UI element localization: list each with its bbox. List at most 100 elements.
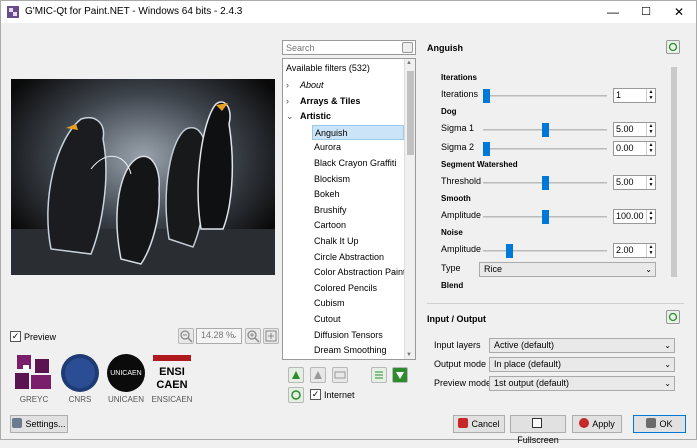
- slider-handle[interactable]: [542, 123, 549, 137]
- slider-handle[interactable]: [506, 244, 513, 258]
- filter-category[interactable]: › About: [286, 78, 324, 93]
- type-combo[interactable]: Rice ⌄: [479, 262, 656, 277]
- download-filters-button[interactable]: [392, 367, 408, 383]
- filter-item[interactable]: Bokeh: [312, 187, 404, 202]
- reset-params-button[interactable]: [666, 40, 680, 54]
- param-slider[interactable]: [483, 244, 607, 258]
- param-spinbox[interactable]: 5.00 ▲ ▼: [613, 175, 656, 190]
- zoom-in-button[interactable]: [245, 328, 261, 344]
- unicaen-caption: UNICAEN: [107, 395, 144, 404]
- section-heading: Smooth: [441, 194, 471, 203]
- cancel-button[interactable]: Cancel: [453, 415, 505, 433]
- add-fave-button[interactable]: [288, 367, 304, 383]
- close-button[interactable]: ✕: [665, 1, 693, 23]
- internet-checkbox[interactable]: ✓: [310, 389, 321, 400]
- param-label: Iterations: [441, 89, 479, 99]
- slider-handle[interactable]: [542, 210, 549, 224]
- io-label: Output mode: [434, 359, 487, 369]
- io-combo[interactable]: 1st output (default) ⌄: [489, 376, 675, 391]
- param-spinbox[interactable]: 5.00 ▲ ▼: [613, 122, 656, 137]
- zoom-out-button[interactable]: [178, 328, 194, 344]
- spin-arrows-icon[interactable]: ▲ ▼: [646, 210, 655, 223]
- chevron-down-icon[interactable]: ⌄: [286, 109, 300, 124]
- param-slider[interactable]: [483, 210, 607, 224]
- refresh-icon: [291, 390, 301, 400]
- slider-handle[interactable]: [483, 89, 490, 103]
- filter-category[interactable]: ⌄ Artistic: [286, 109, 331, 124]
- settings-button[interactable]: Settings...: [10, 415, 68, 433]
- zoom-reset-button[interactable]: [263, 328, 279, 344]
- param-spinbox[interactable]: 0.00 ▲ ▼: [613, 141, 656, 156]
- chevron-right-icon[interactable]: ›: [286, 94, 300, 109]
- section-heading: Dog: [441, 107, 457, 116]
- cancel-icon: [458, 418, 469, 428]
- scroll-down-icon[interactable]: ▼: [406, 352, 412, 358]
- filter-label: Bokeh: [314, 189, 340, 200]
- filter-category[interactable]: › Arrays & Tiles: [286, 94, 360, 109]
- filter-item[interactable]: Cutout: [312, 312, 404, 327]
- spin-arrows-icon[interactable]: ▲ ▼: [646, 244, 655, 257]
- filter-item[interactable]: Dream Smoothing: [312, 343, 404, 358]
- param-spinbox[interactable]: 1 ▲ ▼: [613, 88, 656, 103]
- slider-handle[interactable]: [542, 176, 549, 190]
- filter-item[interactable]: Cubism: [312, 296, 404, 311]
- scroll-up-icon[interactable]: ▲: [406, 60, 412, 66]
- preview-image[interactable]: [11, 79, 275, 275]
- spin-arrows-icon[interactable]: ▲ ▼: [646, 89, 655, 102]
- io-combo[interactable]: In place (default) ⌄: [489, 357, 675, 372]
- section-heading: Noise: [441, 228, 463, 237]
- filter-item[interactable]: Brushify: [312, 203, 404, 218]
- apply-label: Apply: [592, 419, 615, 429]
- filter-label: About: [300, 80, 324, 90]
- slider-handle[interactable]: [483, 142, 490, 156]
- ensicaen-caption: ENSICAEN: [151, 395, 193, 404]
- filters-scrollbar[interactable]: ▲ ▼: [404, 59, 415, 359]
- refresh-filters-button[interactable]: [288, 387, 304, 403]
- param-spinbox[interactable]: 2.00 ▲ ▼: [613, 243, 656, 258]
- preview-checkbox[interactable]: ✓: [10, 331, 21, 342]
- spinbox-value: 5.00: [616, 177, 634, 187]
- greyc-caption: GREYC: [19, 395, 49, 404]
- fullscreen-button[interactable]: Fullscreen: [510, 415, 566, 445]
- param-slider[interactable]: [483, 176, 607, 190]
- rename-fave-button[interactable]: [332, 367, 348, 383]
- maximize-button[interactable]: ☐: [632, 1, 660, 23]
- filter-item[interactable]: Black Crayon Graffiti: [312, 156, 404, 171]
- filter-item[interactable]: Blockism: [312, 172, 404, 187]
- penguins-artwork: [11, 79, 275, 275]
- filter-item[interactable]: Color Abstraction Paint: [312, 265, 406, 280]
- param-slider[interactable]: [483, 123, 607, 137]
- spin-arrows-icon[interactable]: ▲ ▼: [646, 176, 655, 189]
- filter-item[interactable]: Chalk It Up: [312, 234, 404, 249]
- params-scrollbar[interactable]: [669, 63, 679, 296]
- param-slider[interactable]: [483, 142, 607, 156]
- zoom-combo[interactable]: 14.28 % ⌄: [196, 328, 242, 344]
- params-scroll-thumb[interactable]: [671, 67, 677, 277]
- io-combo[interactable]: Active (default) ⌄: [489, 338, 675, 353]
- ok-button[interactable]: OK: [633, 415, 686, 433]
- filter-item[interactable]: Circle Abstraction: [312, 250, 404, 265]
- io-combo-value: 1st output (default): [494, 378, 570, 388]
- spin-arrows-icon[interactable]: ▲ ▼: [646, 123, 655, 136]
- filters-tree[interactable]: Available filters (532) › About › Arrays & …: [282, 58, 416, 360]
- combo-value: Rice: [484, 264, 503, 274]
- filter-item[interactable]: Diffusion Tensors: [312, 328, 404, 343]
- filter-item[interactable]: Aurora: [312, 140, 404, 155]
- chevron-right-icon[interactable]: ›: [286, 78, 300, 93]
- ok-label: OK: [659, 419, 673, 429]
- io-reset-button[interactable]: [666, 310, 680, 324]
- expand-all-button[interactable]: [371, 367, 387, 383]
- apply-button[interactable]: Apply: [572, 415, 622, 433]
- remove-fave-button[interactable]: [310, 367, 326, 383]
- filters-scroll-thumb[interactable]: [407, 71, 414, 155]
- search-input[interactable]: Search: [282, 40, 416, 55]
- filter-item[interactable]: Anguish: [312, 124, 404, 140]
- filter-item[interactable]: Colored Pencils: [312, 281, 404, 296]
- search-icon[interactable]: [402, 42, 413, 53]
- chevron-down-icon: ⌄: [664, 379, 671, 388]
- param-slider[interactable]: [483, 89, 607, 103]
- filter-item[interactable]: Cartoon: [312, 218, 404, 233]
- minimize-button[interactable]: —: [599, 1, 627, 23]
- param-spinbox[interactable]: 100.00 ▲ ▼: [613, 209, 656, 224]
- spin-arrows-icon[interactable]: ▲ ▼: [646, 142, 655, 155]
